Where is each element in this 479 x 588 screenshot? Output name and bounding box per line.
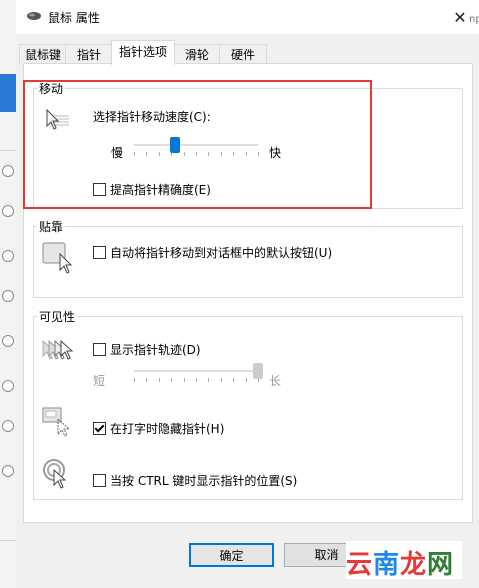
- tab-wheel[interactable]: 滑轮: [173, 44, 221, 65]
- snap-to-button-icon: [42, 242, 73, 274]
- snap-group-title: 贴靠: [37, 218, 66, 235]
- tab-hardware[interactable]: 硬件: [219, 44, 267, 65]
- hide-while-typing-icon: [42, 407, 71, 437]
- mouse-icon: [27, 12, 41, 20]
- background-app-text: np: [469, 14, 479, 25]
- long-label: 长: [269, 374, 282, 388]
- pointer-trails-icon: [42, 339, 74, 360]
- watermark: 云南龙网: [346, 541, 462, 580]
- short-label: 短: [93, 374, 106, 388]
- title-bar: 鼠标 属性 ✕: [16, 0, 479, 34]
- window-title: 鼠标 属性: [48, 11, 100, 25]
- highlight-box: [23, 80, 372, 209]
- trails-slider-thumb[interactable]: [253, 363, 263, 379]
- ctrl-locate-pointer-icon: [43, 459, 67, 489]
- hide-while-typing-label: 在打字时隐藏指针(H): [110, 422, 225, 436]
- ok-button[interactable]: 确定: [189, 543, 274, 567]
- snap-group: [33, 226, 463, 298]
- close-icon: ✕: [453, 7, 467, 27]
- tab-buttons[interactable]: 鼠标键: [19, 44, 67, 65]
- snap-label: 自动将指针移动到对话框中的默认按钮(U): [110, 246, 333, 260]
- trails-checkbox[interactable]: [93, 343, 106, 356]
- visibility-group-title: 可见性: [37, 308, 78, 325]
- trails-slider-ticks: [134, 378, 259, 382]
- trails-label: 显示指针轨迹(D): [110, 343, 201, 357]
- ctrl-locate-label: 当按 CTRL 键时显示指针的位置(S): [110, 474, 298, 488]
- ctrl-locate-checkbox[interactable]: [93, 474, 106, 487]
- snap-checkbox[interactable]: [93, 246, 106, 259]
- tab-pointers[interactable]: 指针: [65, 44, 113, 65]
- trails-slider-track[interactable]: [134, 370, 258, 372]
- hide-while-typing-checkbox[interactable]: [93, 422, 106, 435]
- background-app-strip: [0, 0, 16, 588]
- tab-pointer-options[interactable]: 指针选项: [111, 40, 175, 65]
- watermark-text: 云南龙网: [346, 550, 455, 580]
